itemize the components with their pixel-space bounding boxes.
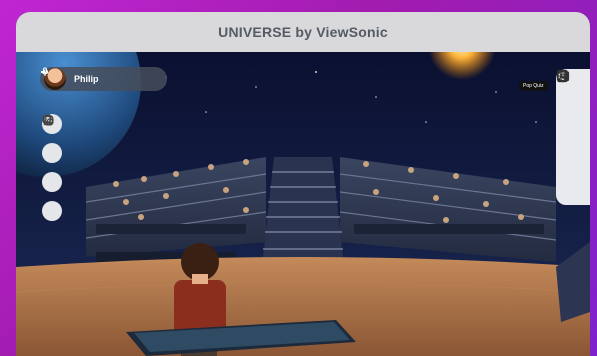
avatar-settings-icon[interactable] <box>42 115 62 192</box>
participants-icon[interactable] <box>557 69 582 120</box>
window-title: UNIVERSE by ViewSonic <box>218 24 388 40</box>
title-bar: UNIVERSE by ViewSonic <box>16 12 590 52</box>
globe-icon[interactable] <box>556 69 582 146</box>
virtual-classroom-scene[interactable]: Philip Pop Quiz <box>16 52 590 356</box>
emoji-icon[interactable] <box>42 114 62 163</box>
speaker-icon[interactable] <box>41 69 163 86</box>
scene-graphics <box>16 52 590 356</box>
gallery-icon[interactable] <box>556 71 582 197</box>
user-name: Philip <box>74 74 99 84</box>
user-chip[interactable]: Philip <box>40 67 167 91</box>
pop-quiz-tooltip: Pop Quiz <box>519 81 548 91</box>
settings-gear-icon[interactable] <box>557 70 582 172</box>
left-toolbar <box>42 114 62 221</box>
microphone-icon[interactable] <box>41 67 145 86</box>
screen-share-icon[interactable] <box>42 115 62 221</box>
right-toolbar <box>556 69 590 205</box>
app-window: UNIVERSE by ViewSonic Philip Pop Quiz <box>16 12 590 356</box>
